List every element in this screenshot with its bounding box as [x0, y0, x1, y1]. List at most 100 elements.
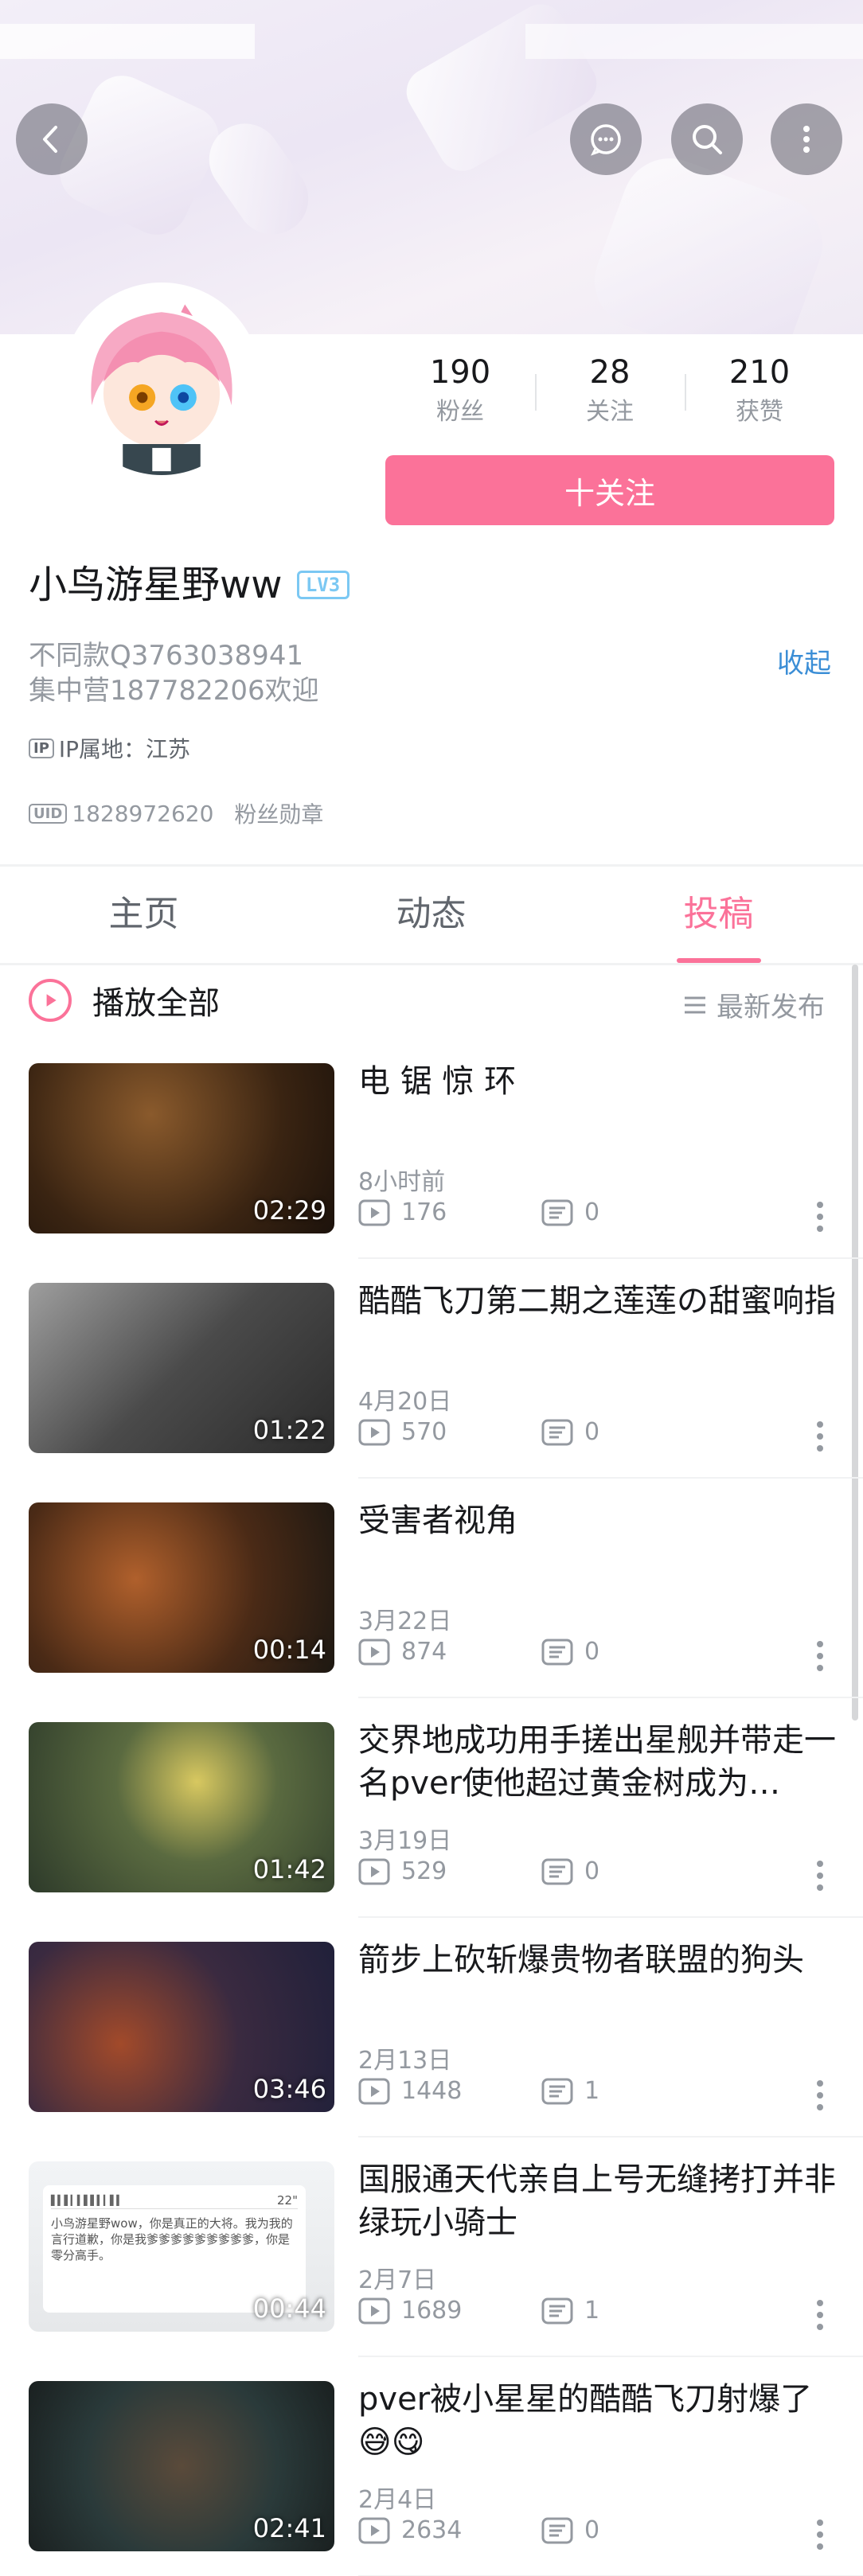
video-duration: 02:41: [252, 2513, 326, 2543]
play-count-value: 1448: [401, 2077, 463, 2105]
waveform-icon: ▌▍▌▎▍▌▌▍▎▌▍: [51, 2194, 124, 2206]
play-count-icon: [358, 1639, 390, 1665]
play-count: 529: [358, 1857, 541, 1885]
follow-button[interactable]: 十关注: [385, 455, 834, 525]
status-bar-right: [525, 24, 863, 59]
message-button[interactable]: [570, 103, 642, 175]
comment-icon: [541, 2297, 573, 2324]
ip-location-row: IP IP属地：江苏: [29, 732, 190, 764]
voice-message-bar: ▌▍▌▎▍▌▌▍▎▌▍ 22": [51, 2192, 298, 2209]
video-meta: 1689 1: [358, 2297, 599, 2325]
video-more-button[interactable]: [812, 2297, 828, 2333]
video-item[interactable]: 01:42 交界地成功用手搓出星舰并带走一名pver使他超过黄金树成为… 3月19日…: [0, 1722, 863, 1942]
video-date: 3月19日: [358, 1827, 452, 1855]
video-duration: 00:44: [252, 2293, 326, 2324]
ip-location: IP属地：江苏: [58, 736, 191, 762]
play-count-icon: [358, 1858, 390, 1884]
search-button[interactable]: [671, 103, 743, 175]
comment-count-value: 1: [584, 2077, 600, 2105]
stat-value: 28: [589, 354, 631, 391]
tab-uploads[interactable]: 投稿: [575, 867, 862, 963]
message-icon: [591, 124, 621, 156]
avatar[interactable]: [62, 283, 261, 481]
tab-dynamics[interactable]: 动态: [287, 867, 575, 963]
stat-value: 210: [728, 354, 791, 391]
comment-count-value: 0: [584, 2516, 600, 2544]
avatar-image: [68, 289, 255, 475]
video-item[interactable]: 01:22 酷酷飞刀第二期之莲莲の甜蜜响指 4月20日 570 0: [0, 1283, 863, 1502]
video-duration: 00:14: [252, 1635, 326, 1665]
back-icon: [43, 126, 57, 153]
video-thumbnail[interactable]: 00:14: [29, 1502, 334, 1673]
row-divider: [358, 2136, 863, 2138]
tab-home[interactable]: 主页: [0, 867, 287, 963]
video-title[interactable]: 酷酷飞刀第二期之莲莲の甜蜜响指: [358, 1280, 836, 1323]
video-date: 2月4日: [358, 2486, 437, 2514]
video-more-button[interactable]: [812, 1857, 828, 1894]
video-thumbnail[interactable]: 03:46: [29, 1942, 334, 2112]
video-more-button[interactable]: [812, 2077, 828, 2114]
play-count: 1689: [358, 2297, 541, 2325]
play-count: 874: [358, 1638, 541, 1666]
video-title[interactable]: 箭步上砍斩爆贵物者联盟的狗头: [358, 1939, 836, 1982]
divider: [0, 963, 863, 965]
video-title[interactable]: 国服通天代亲自上号无缝拷打并非绿玩小骑士: [358, 2158, 836, 2244]
ip-icon: IP: [29, 738, 54, 758]
video-more-button[interactable]: [812, 1418, 828, 1455]
video-item[interactable]: 02:29 电 锯 惊 环 8小时前 176 0: [0, 1063, 863, 1283]
video-title[interactable]: 受害者视角: [358, 1499, 836, 1542]
stat-following[interactable]: 28 关注: [535, 350, 685, 438]
play-count-value: 2634: [401, 2516, 463, 2544]
comment-icon: [541, 1639, 573, 1665]
video-date: 8小时前: [358, 1168, 446, 1196]
video-thumbnail[interactable]: ▌▍▌▎▍▌▌▍▎▌▍ 22" 小鸟游星野wow，你是真正的大将。我为我的言行道歉，…: [29, 2161, 334, 2332]
comment-count: 0: [541, 1638, 599, 1666]
play-count-icon: [358, 1199, 390, 1226]
uid-row: UID 1828972620 粉丝勋章: [29, 797, 323, 829]
video-date: 2月13日: [358, 2047, 452, 2075]
stat-likes[interactable]: 210 获赞: [685, 350, 834, 438]
stat-followers[interactable]: 190 粉丝: [385, 350, 535, 438]
comment-count: 0: [541, 1857, 599, 1885]
profile-name-row: 小鸟游星野ww LV3: [29, 557, 349, 613]
video-date: 4月20日: [358, 1388, 452, 1416]
video-item[interactable]: 00:14 受害者视角 3月22日 874 0: [0, 1502, 863, 1722]
comment-count: 0: [541, 1418, 599, 1446]
status-bar-left: [0, 24, 255, 59]
video-title[interactable]: 电 锯 惊 环: [358, 1060, 836, 1103]
video-thumbnail[interactable]: 02:29: [29, 1063, 334, 1233]
video-item[interactable]: 02:41 pver被小星星的酷酷飞刀射爆了😅😋 2月4日 2634 0: [0, 2381, 863, 2576]
play-count-value: 1689: [401, 2297, 463, 2325]
video-title[interactable]: pver被小星星的酷酷飞刀射爆了😅😋: [358, 2378, 836, 2464]
video-duration: 02:29: [252, 1195, 326, 1226]
sort-button[interactable]: 最新发布: [681, 985, 825, 1024]
video-thumbnail[interactable]: 01:22: [29, 1283, 334, 1453]
play-count-value: 529: [401, 1857, 447, 1885]
uid-icon: UID: [29, 803, 68, 824]
collapse-link[interactable]: 收起: [777, 641, 831, 680]
comment-icon: [541, 1419, 573, 1445]
more-button[interactable]: [771, 103, 842, 175]
kebab-icon: [817, 2080, 823, 2110]
video-thumbnail[interactable]: 01:42: [29, 1722, 334, 1892]
video-thumbnail[interactable]: 02:41: [29, 2381, 334, 2551]
video-meta: 570 0: [358, 1418, 599, 1446]
fan-medal-link[interactable]: 粉丝勋章: [234, 797, 323, 829]
comment-count: 0: [541, 1198, 599, 1226]
video-meta: 1448 1: [358, 2077, 599, 2105]
video-more-button[interactable]: [812, 1198, 828, 1235]
comment-icon: [541, 2517, 573, 2543]
kebab-icon: [817, 1641, 823, 1671]
video-item[interactable]: ▌▍▌▎▍▌▌▍▎▌▍ 22" 小鸟游星野wow，你是真正的大将。我为我的言行道歉，…: [0, 2161, 863, 2381]
video-item[interactable]: 03:46 箭步上砍斩爆贵物者联盟的狗头 2月13日 1448 1: [0, 1942, 863, 2161]
comment-count-value: 0: [584, 1857, 600, 1885]
kebab-icon: [817, 1421, 823, 1452]
video-title[interactable]: 交界地成功用手搓出星舰并带走一名pver使他超过黄金树成为…: [358, 1719, 836, 1805]
profile-banner: [0, 0, 863, 334]
voice-duration: 22": [277, 2192, 298, 2208]
video-more-button[interactable]: [812, 1638, 828, 1674]
back-button[interactable]: [16, 103, 88, 175]
play-all-button[interactable]: 播放全部: [29, 977, 220, 1023]
video-more-button[interactable]: [812, 2516, 828, 2553]
comment-count-value: 0: [584, 1198, 600, 1226]
